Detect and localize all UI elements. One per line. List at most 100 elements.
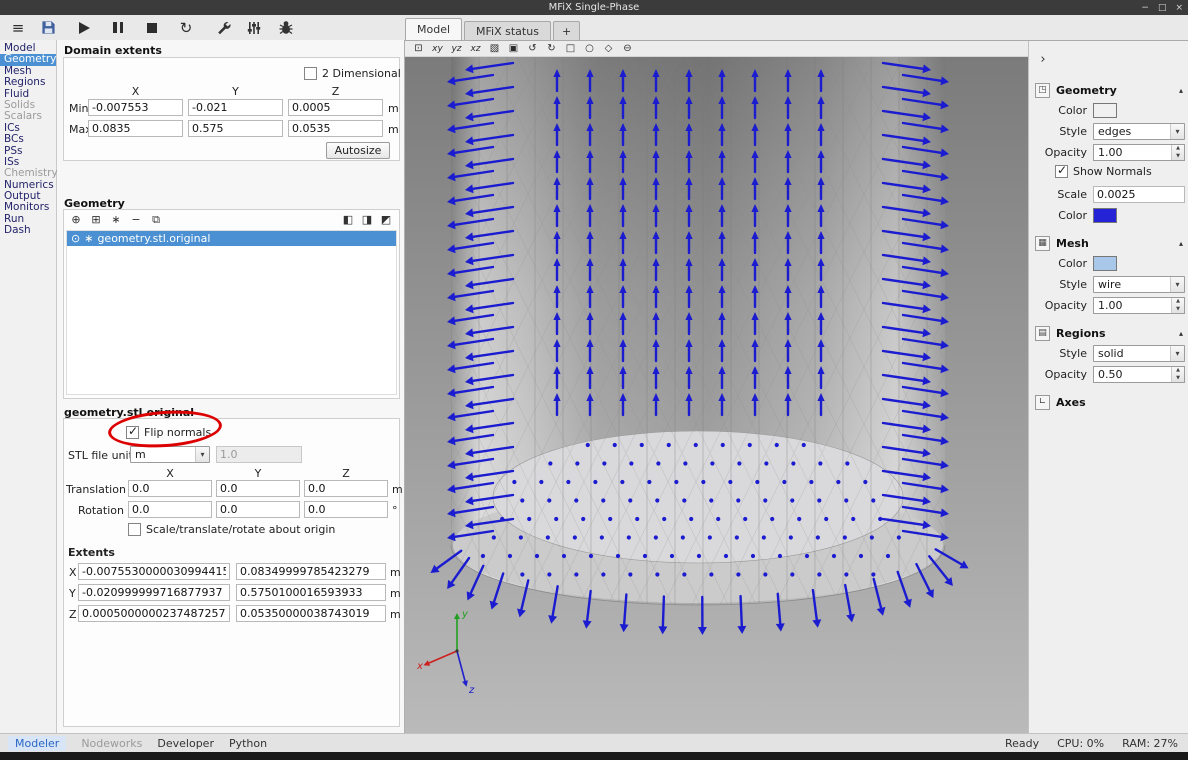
toggle-regions-button[interactable]: ◇ bbox=[600, 42, 617, 56]
rotation-x-input[interactable] bbox=[128, 501, 212, 518]
domain-max-y-input[interactable] bbox=[188, 120, 283, 137]
status-cpu: CPU: 0% bbox=[1057, 737, 1104, 750]
reset-view-button[interactable]: ⊡ bbox=[410, 42, 427, 56]
regions-style-select[interactable]: solid▾ bbox=[1093, 345, 1185, 362]
minimize-button[interactable]: − bbox=[1141, 3, 1149, 13]
translation-y-input[interactable] bbox=[216, 480, 300, 497]
menu-button[interactable]: ≡ bbox=[8, 17, 28, 39]
nav-item-regions[interactable]: Regions bbox=[0, 77, 56, 88]
maximize-button[interactable]: □ bbox=[1158, 3, 1167, 13]
domain-max-z-input[interactable] bbox=[288, 120, 383, 137]
tab-model[interactable]: Model bbox=[405, 18, 462, 40]
extents-x-max-input[interactable] bbox=[236, 563, 386, 580]
geometry-section-header[interactable]: ◳Geometry▴ bbox=[1035, 81, 1183, 99]
geometry-list-item[interactable]: ⊙ ∗ geometry.stl.original bbox=[67, 231, 396, 246]
3d-viewport[interactable]: xyz bbox=[405, 57, 1028, 734]
extents-y-min-input[interactable] bbox=[78, 584, 230, 601]
domain-min-z-input[interactable] bbox=[288, 99, 383, 116]
panel-collapse-button[interactable]: › bbox=[1035, 51, 1051, 67]
view-yz-button[interactable]: yz bbox=[448, 42, 465, 56]
add-filter-icon[interactable]: ⊞ bbox=[88, 212, 104, 227]
toggle-normals-button[interactable]: ⊖ bbox=[619, 42, 636, 56]
domain-max-x-input[interactable] bbox=[88, 120, 183, 137]
geometry-list[interactable]: ⊙ ∗ geometry.stl.original bbox=[66, 230, 397, 395]
toggle-geometry-button[interactable]: □ bbox=[562, 42, 579, 56]
geometry-opacity-spinbox[interactable]: 1.00▲▼ bbox=[1093, 144, 1185, 161]
extents-z-max-input[interactable] bbox=[236, 605, 386, 622]
flip-normals-checkbox[interactable]: ✓ Flip normals bbox=[126, 426, 211, 439]
rotate-cw-button[interactable]: ↻ bbox=[543, 42, 560, 56]
nav-item-bcs[interactable]: BCs bbox=[0, 134, 56, 145]
axes-section-header[interactable]: ∟Axes bbox=[1035, 393, 1183, 411]
run-button[interactable] bbox=[74, 17, 94, 39]
perspective-button[interactable]: ▧ bbox=[486, 42, 503, 56]
mesh-section-header[interactable]: ▦Mesh▴ bbox=[1035, 234, 1183, 252]
stl-units-select[interactable]: m ▾ bbox=[130, 446, 210, 463]
save-button[interactable] bbox=[38, 17, 58, 39]
collapse-arrow-icon[interactable]: ▴ bbox=[1179, 86, 1183, 95]
domain-min-y-input[interactable] bbox=[188, 99, 283, 116]
show-normals-checkbox-box[interactable]: ✓ bbox=[1055, 165, 1068, 178]
normals-color-swatch[interactable] bbox=[1093, 208, 1117, 223]
spin-down-icon[interactable]: ▼ bbox=[1172, 375, 1184, 383]
regions-opacity-spinbox[interactable]: 0.50▲▼ bbox=[1093, 366, 1185, 383]
normals-scale-input[interactable] bbox=[1093, 186, 1185, 203]
toggle-mesh-button[interactable]: ○ bbox=[581, 42, 598, 56]
pause-button[interactable] bbox=[108, 17, 128, 39]
mesh-style-select[interactable]: wire▾ bbox=[1093, 276, 1185, 293]
about-origin-checkbox-box[interactable] bbox=[128, 523, 141, 536]
mode-python[interactable]: Python bbox=[229, 737, 267, 750]
extents-z-min-input[interactable] bbox=[78, 605, 230, 622]
spin-down-icon[interactable]: ▼ bbox=[1172, 153, 1184, 161]
mode-developer[interactable]: Developer bbox=[157, 737, 214, 750]
autosize-button[interactable]: Autosize bbox=[326, 142, 390, 159]
boolean-union-icon[interactable]: ◧ bbox=[340, 212, 356, 227]
domain-min-x-input[interactable] bbox=[88, 99, 183, 116]
mesh-color-swatch[interactable] bbox=[1093, 256, 1117, 271]
close-button[interactable]: × bbox=[1175, 3, 1183, 13]
rotation-y-input[interactable] bbox=[216, 501, 300, 518]
view-xy-button[interactable]: xy bbox=[429, 42, 446, 56]
nav-item-chemistry[interactable]: Chemistry bbox=[0, 168, 56, 179]
translation-z-input[interactable] bbox=[304, 480, 388, 497]
nav-item-dash[interactable]: Dash bbox=[0, 225, 56, 236]
about-origin-checkbox[interactable]: Scale/translate/rotate about origin bbox=[128, 523, 335, 536]
spin-down-icon[interactable]: ▼ bbox=[1172, 306, 1184, 314]
spin-up-icon[interactable]: ▲ bbox=[1172, 145, 1184, 153]
flip-normals-checkbox-box[interactable]: ✓ bbox=[126, 426, 139, 439]
remove-geometry-icon[interactable]: − bbox=[128, 212, 144, 227]
copy-geometry-icon[interactable]: ⧉ bbox=[148, 212, 164, 227]
auto-wand-icon[interactable]: ∗ bbox=[108, 212, 124, 227]
boolean-difference-icon[interactable]: ◩ bbox=[378, 212, 394, 227]
collapse-arrow-icon[interactable]: ▴ bbox=[1179, 239, 1183, 248]
screenshot-button[interactable]: ▣ bbox=[505, 42, 522, 56]
translation-x-input[interactable] bbox=[128, 480, 212, 497]
rotate-ccw-button[interactable]: ↺ bbox=[524, 42, 541, 56]
mode-modeler[interactable]: Modeler bbox=[8, 736, 66, 751]
build-solver-button[interactable] bbox=[214, 17, 234, 39]
two-dimensional-checkbox[interactable]: 2 Dimensional bbox=[304, 67, 401, 80]
extents-x-min-input[interactable] bbox=[78, 563, 230, 580]
tab-add[interactable]: + bbox=[553, 21, 580, 40]
view-xz-button[interactable]: xz bbox=[467, 42, 484, 56]
visibility-eye-icon[interactable]: ⊙ bbox=[71, 232, 80, 245]
regions-section-header[interactable]: ▤Regions▴ bbox=[1035, 324, 1183, 342]
geometry-style-select[interactable]: edges▾ bbox=[1093, 123, 1185, 140]
two-dimensional-checkbox-box[interactable] bbox=[304, 67, 317, 80]
debug-button[interactable] bbox=[276, 17, 296, 39]
reset-button[interactable]: ↻ bbox=[176, 17, 196, 39]
extents-y-max-input[interactable] bbox=[236, 584, 386, 601]
settings-button[interactable] bbox=[244, 17, 264, 39]
add-geometry-icon[interactable]: ⊕ bbox=[68, 212, 84, 227]
show-normals-checkbox[interactable]: ✓Show Normals bbox=[1055, 165, 1152, 178]
geometry-color-swatch[interactable] bbox=[1093, 103, 1117, 118]
stop-button[interactable] bbox=[142, 17, 162, 39]
spin-up-icon[interactable]: ▲ bbox=[1172, 298, 1184, 306]
tab-mfix-status[interactable]: MFiX status bbox=[464, 21, 551, 40]
rotation-z-input[interactable] bbox=[304, 501, 388, 518]
boolean-intersect-icon[interactable]: ◨ bbox=[359, 212, 375, 227]
mesh-opacity-spinbox[interactable]: 1.00▲▼ bbox=[1093, 297, 1185, 314]
spin-up-icon[interactable]: ▲ bbox=[1172, 367, 1184, 375]
mode-nodeworks[interactable]: Nodeworks bbox=[81, 737, 142, 750]
collapse-arrow-icon[interactable]: ▴ bbox=[1179, 329, 1183, 338]
